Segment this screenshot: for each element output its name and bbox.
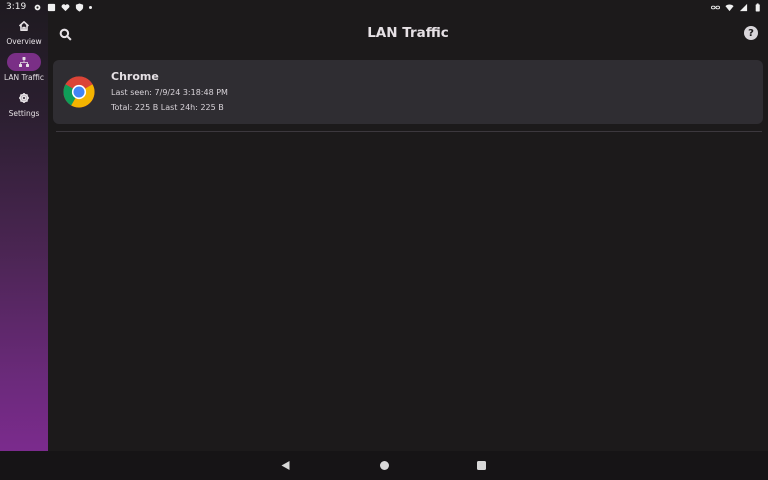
battery-icon [753, 2, 762, 12]
network-icon [19, 57, 29, 67]
home-circle-icon [380, 461, 389, 470]
gear-icon [33, 3, 42, 12]
signal-icon [739, 3, 748, 12]
rail-item-settings[interactable]: Settings [0, 89, 48, 118]
shield-icon [75, 2, 84, 12]
dot-icon [89, 5, 93, 9]
list-divider [56, 131, 762, 132]
status-time: 3:19 [6, 2, 27, 12]
system-navigation-bar [0, 451, 768, 480]
app-traffic-card[interactable]: Chrome Last seen: 7/9/24 3:18:48 PM Tota… [53, 60, 763, 124]
last-seen-text: Last seen: 7/9/24 3:18:48 PM [111, 88, 228, 97]
back-triangle-icon [281, 461, 290, 470]
wifi-icon [725, 3, 734, 12]
rail-item-overview[interactable]: Overview [0, 17, 48, 46]
traffic-totals-text: Total: 225 B Last 24h: 225 B [111, 103, 224, 112]
recents-square-icon [477, 461, 486, 470]
rail-item-overview-label: Overview [6, 37, 42, 46]
link-icon [711, 3, 720, 12]
gear-icon [19, 93, 29, 103]
status-right [711, 2, 762, 12]
navigation-rail: Overview LAN Traffic Settings [0, 0, 48, 451]
status-bar: 3:19 [0, 0, 768, 14]
back-button[interactable] [280, 460, 291, 471]
home-button[interactable] [379, 460, 390, 471]
rail-item-lan-traffic-indicator [7, 53, 41, 71]
rail-item-settings-label: Settings [8, 109, 40, 118]
recents-button[interactable] [476, 460, 487, 471]
page-title: LAN Traffic [367, 25, 449, 41]
rail-item-settings-indicator [7, 89, 41, 107]
help-icon: ? [748, 27, 754, 39]
app-bar: LAN Traffic ? [48, 14, 768, 54]
app-name: Chrome [111, 70, 159, 83]
chrome-logo-icon [63, 76, 95, 108]
rail-item-lan-traffic[interactable]: LAN Traffic [0, 53, 48, 82]
a-box-icon [47, 3, 56, 12]
heart-icon [61, 3, 70, 12]
status-left: 3:19 [6, 2, 93, 12]
rail-item-overview-indicator [7, 17, 41, 35]
help-button[interactable]: ? [744, 26, 758, 40]
rail-item-lan-traffic-label: LAN Traffic [3, 73, 44, 82]
home-icon [18, 21, 30, 31]
